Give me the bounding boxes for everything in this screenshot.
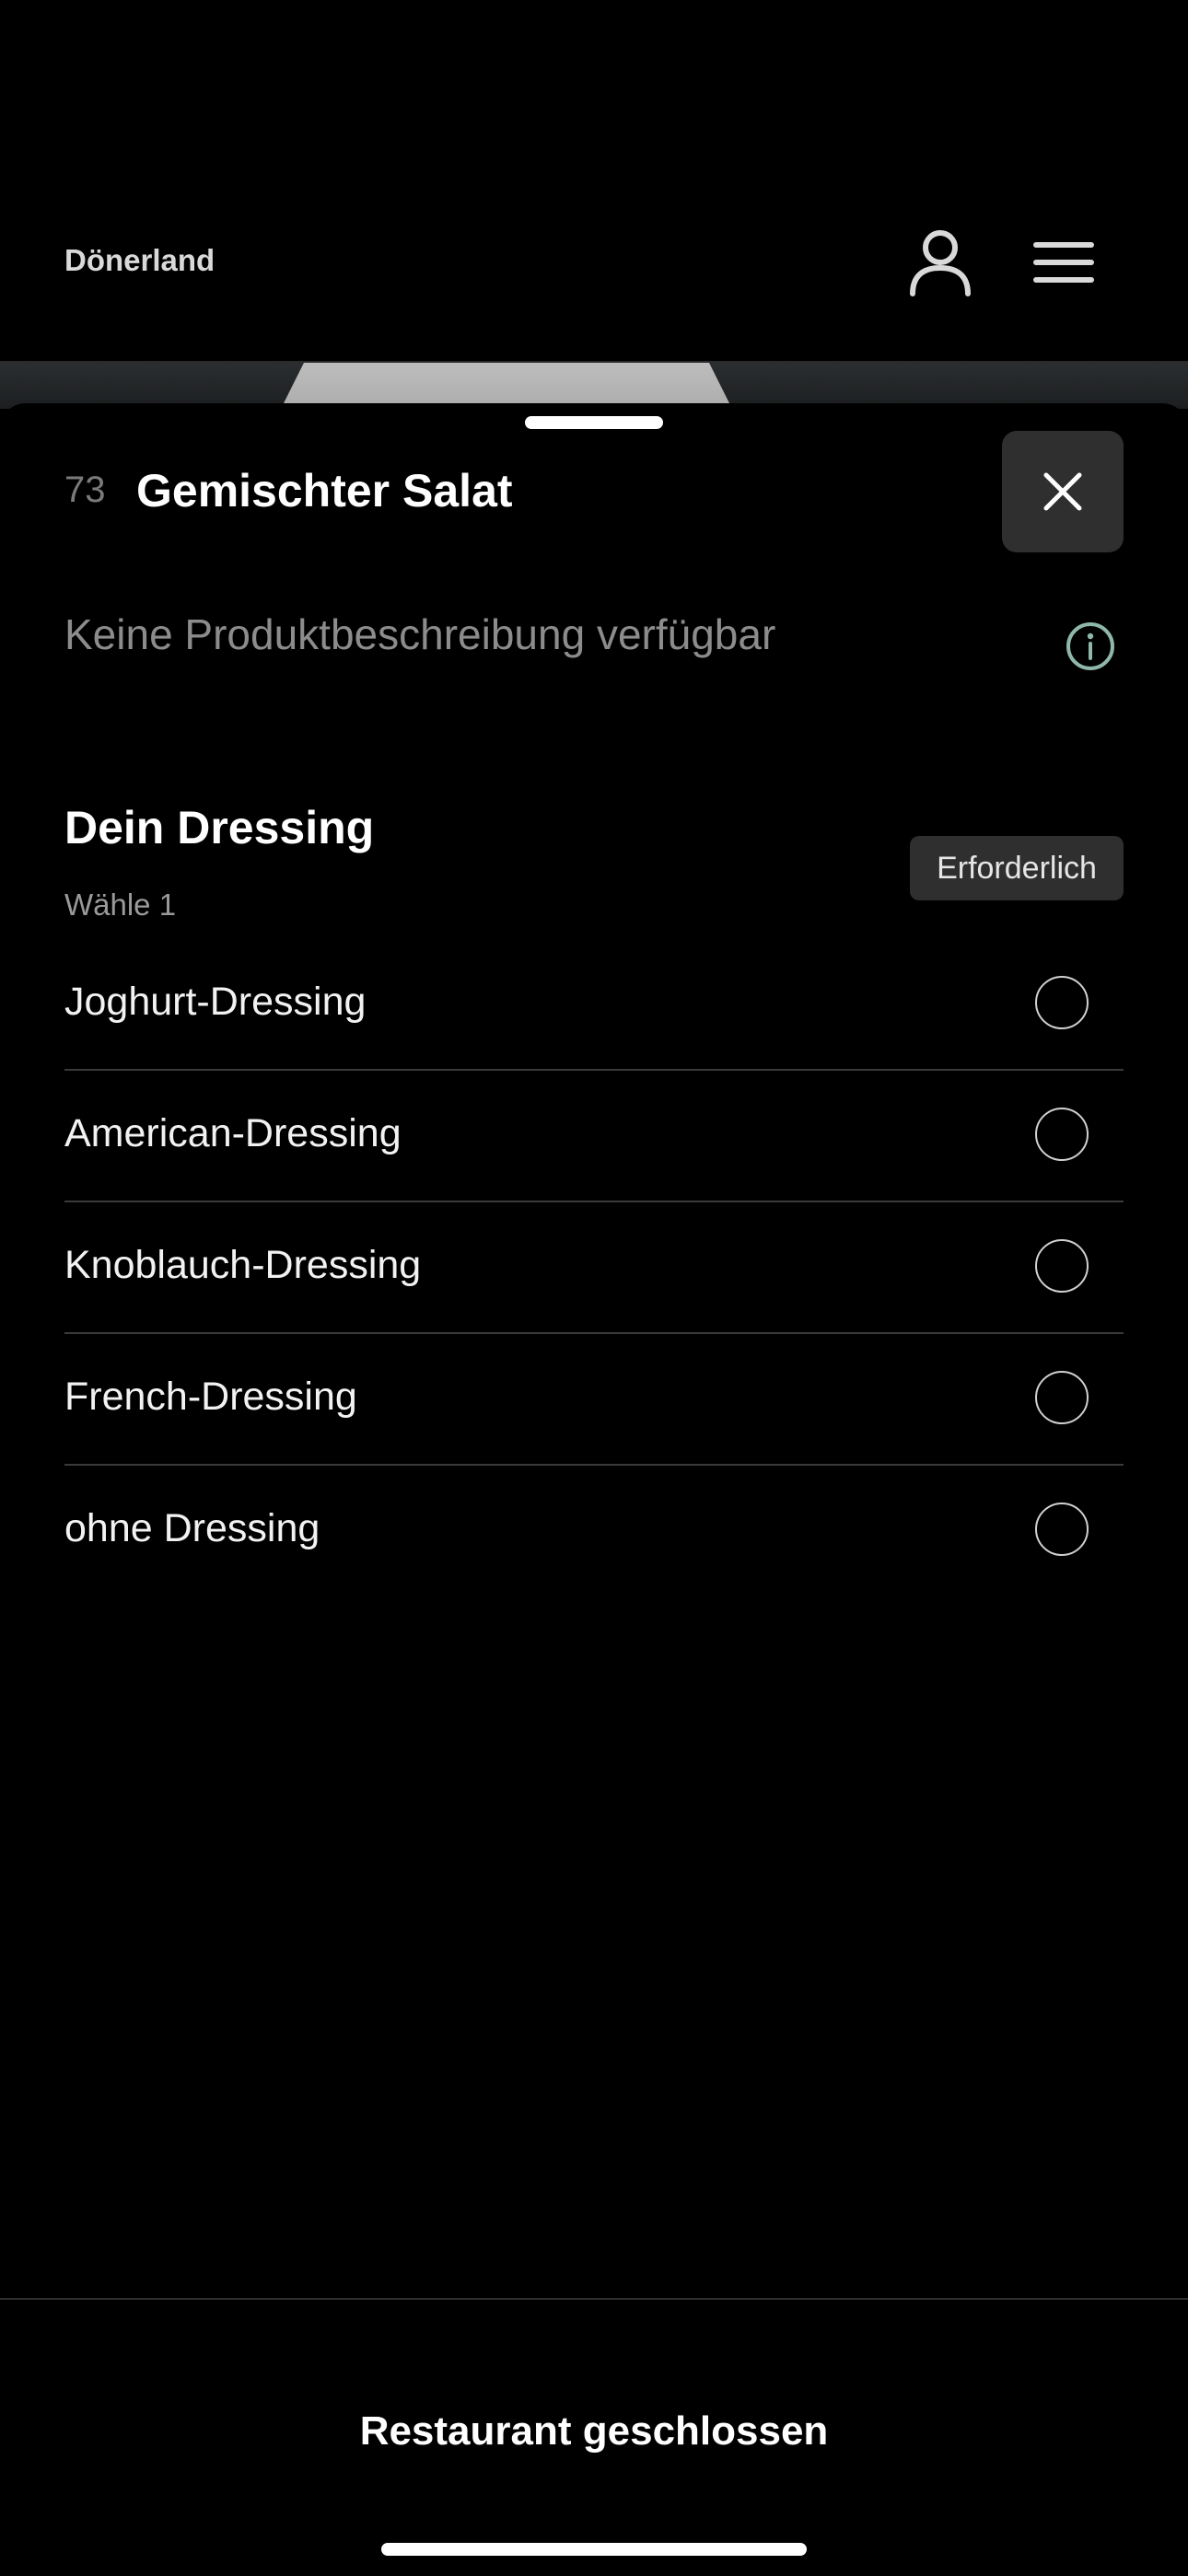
option-label: French-Dressing <box>64 1375 357 1419</box>
product-number: 73 <box>64 470 106 510</box>
product-title: Gemischter Salat <box>136 465 513 516</box>
close-icon <box>1043 472 1082 511</box>
radio-button[interactable] <box>1035 1108 1089 1161</box>
radio-button[interactable] <box>1035 1239 1089 1293</box>
home-indicator[interactable] <box>381 2543 807 2556</box>
radio-button[interactable] <box>1035 1503 1089 1556</box>
hamburger-menu-icon[interactable] <box>1022 221 1105 304</box>
user-icon[interactable] <box>899 221 982 304</box>
option-label: ohne Dressing <box>64 1506 320 1550</box>
option-group-subtitle: Wähle 1 <box>64 888 177 922</box>
option-label: Joghurt-Dressing <box>64 980 367 1024</box>
product-image-peek <box>0 363 1188 409</box>
radio-button[interactable] <box>1035 976 1089 1029</box>
top-navigation-bar: Dönerland <box>0 0 1188 363</box>
sheet-grabber-handle[interactable] <box>525 416 663 429</box>
info-icon[interactable] <box>1065 621 1116 672</box>
product-description: Keine Produktbeschreibung verfügbar <box>64 610 776 658</box>
option-american-dressing[interactable]: American-Dressing <box>64 1071 1124 1202</box>
footer-bar: Restaurant geschlossen <box>0 2298 1188 2576</box>
option-knoblauch-dressing[interactable]: Knoblauch-Dressing <box>64 1202 1124 1334</box>
product-image-plate <box>276 363 737 409</box>
product-detail-sheet: 73 Gemischter Salat Keine Produktbeschre… <box>0 403 1188 2574</box>
radio-button[interactable] <box>1035 1371 1089 1424</box>
option-joghurt-dressing[interactable]: Joghurt-Dressing <box>64 939 1124 1071</box>
option-label: American-Dressing <box>64 1111 402 1155</box>
option-ohne-dressing[interactable]: ohne Dressing <box>64 1466 1124 1595</box>
option-french-dressing[interactable]: French-Dressing <box>64 1334 1124 1466</box>
option-group-title: Dein Dressing <box>64 802 375 853</box>
dressing-options-list: Joghurt-Dressing American-Dressing Knobl… <box>64 939 1124 1595</box>
restaurant-status-button[interactable]: Restaurant geschlossen <box>0 2408 1188 2454</box>
option-label: Knoblauch-Dressing <box>64 1243 422 1287</box>
close-button[interactable] <box>1002 431 1124 552</box>
required-badge: Erforderlich <box>910 836 1124 900</box>
brand-name[interactable]: Dönerland <box>64 243 215 278</box>
